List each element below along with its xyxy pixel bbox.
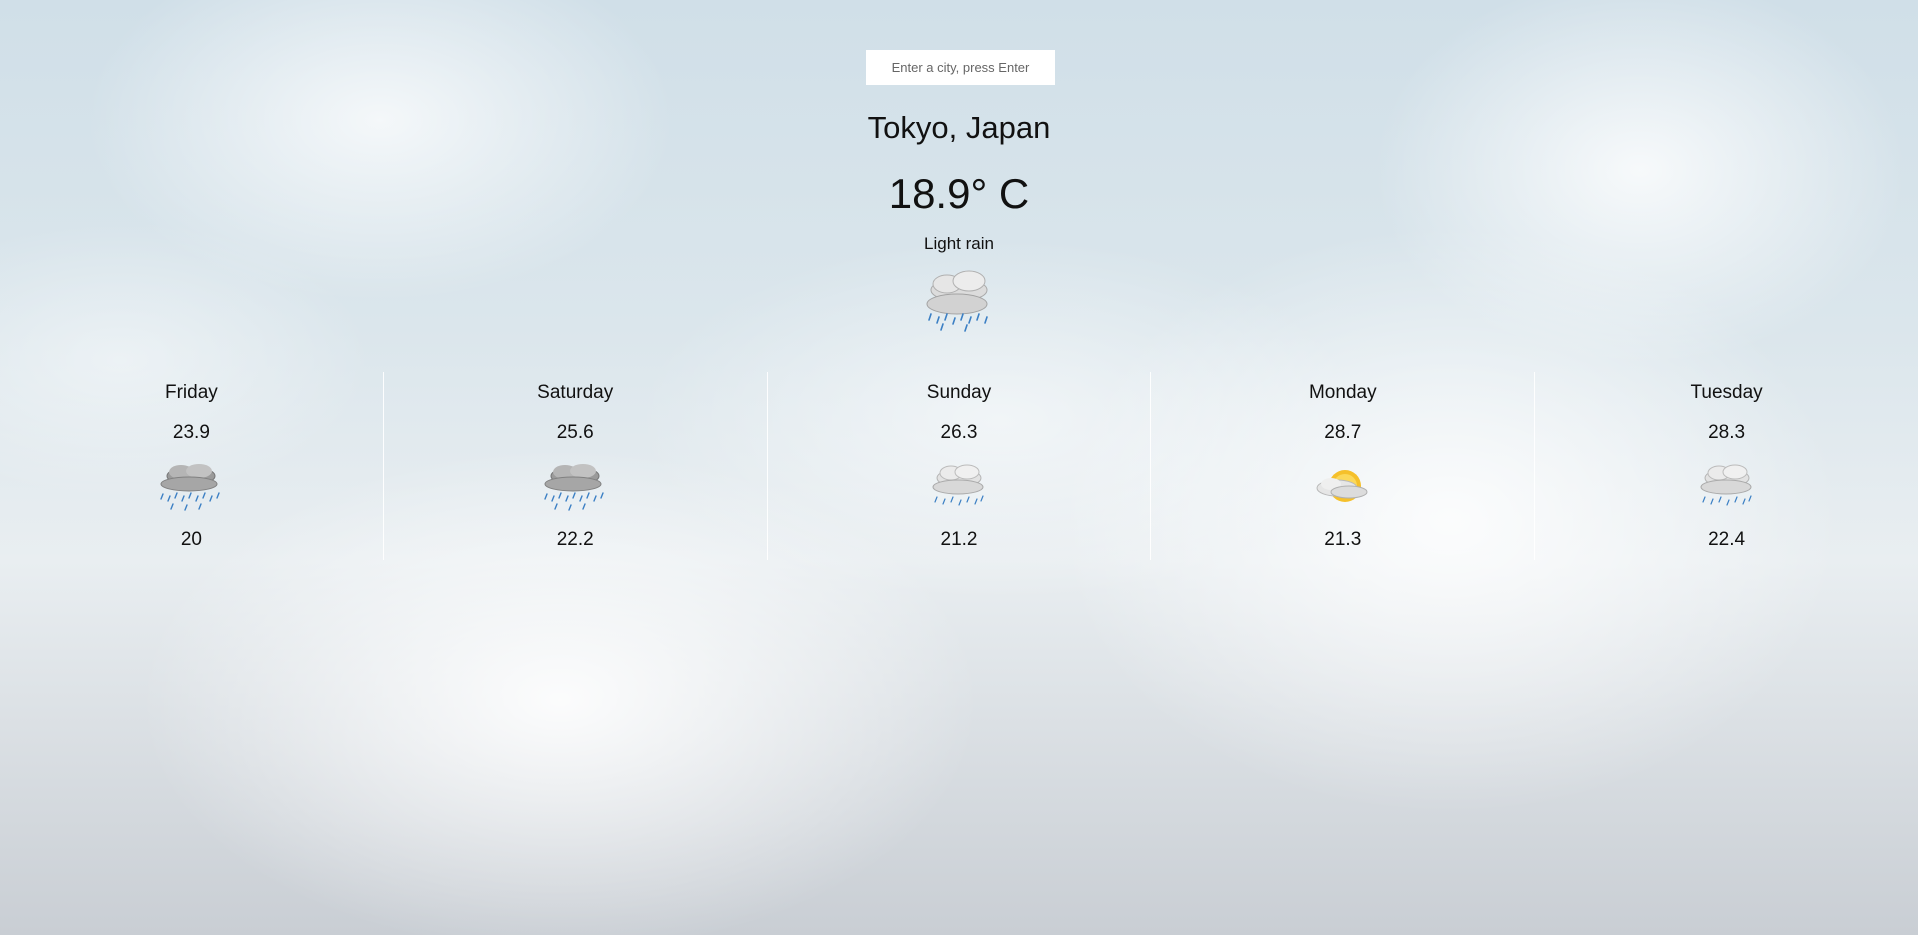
- forecast-day-saturday: Saturday 25.6 22.2: [382, 372, 767, 560]
- forecast-high-temp: 25.6: [556, 422, 594, 443]
- forecast-day-name: Saturday: [537, 382, 614, 403]
- forecast-day-sunday: Sunday 26.3 21.2: [766, 372, 1151, 560]
- forecast-low-temp: 21.3: [1324, 529, 1362, 550]
- forecast-day-name: Monday: [1308, 382, 1377, 403]
- heavy-rain-icon: [544, 464, 604, 511]
- current-description: Light rain: [924, 234, 994, 253]
- current-temperature: 18.9° C: [888, 170, 1030, 217]
- forecast-high-temp: 28.7: [1324, 422, 1362, 443]
- light-rain-icon: [1700, 464, 1752, 506]
- forecast-day-name: Tuesday: [1690, 382, 1763, 403]
- forecast-high-temp: 28.3: [1708, 422, 1746, 443]
- light-rain-icon: [932, 464, 984, 506]
- forecast-day-monday: Monday 28.7 21.3: [1150, 372, 1534, 560]
- forecast-low-temp: 22.4: [1708, 529, 1746, 550]
- forecast-day-tuesday: Tuesday 28.3 22.4: [1534, 372, 1918, 560]
- forecast-low-temp: 22.2: [556, 529, 594, 550]
- forecast-high-temp: 26.3: [940, 422, 978, 443]
- forecast-row: Friday 23.9 20 Saturday 25.6 22.2 Sunday…: [0, 372, 1918, 560]
- forecast-day-name: Sunday: [926, 382, 992, 403]
- forecast-day-friday: Friday 23.9 20: [0, 372, 383, 560]
- forecast-low-temp: 21.2: [940, 529, 978, 550]
- heavy-rain-icon: [160, 464, 221, 511]
- city-search-input[interactable]: [866, 50, 1055, 85]
- partly-cloudy-icon: [1316, 470, 1368, 502]
- forecast-high-temp: 23.9: [172, 422, 210, 443]
- current-location: Tokyo, Japan: [867, 110, 1051, 145]
- light-rain-icon: [926, 270, 988, 332]
- search-container: [866, 50, 1055, 85]
- forecast-low-temp: 20: [180, 529, 202, 550]
- forecast-day-name: Friday: [165, 382, 218, 403]
